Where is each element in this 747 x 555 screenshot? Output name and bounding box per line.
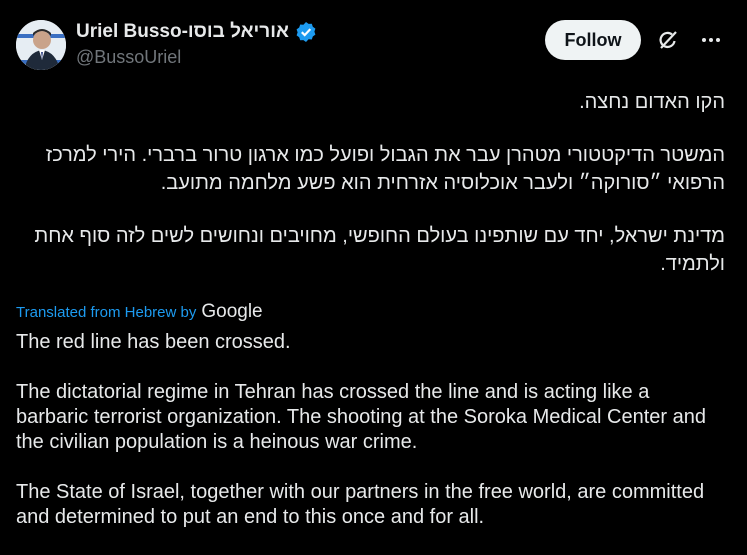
post-text-english: The red line has been crossed. The dicta… [16, 330, 717, 555]
post-text-hebrew: הקו האדום נחצה. המשטר הדיקטטורי מטהרן עב… [16, 88, 725, 303]
display-name[interactable]: Uriel Busso-אוריאל בוסו [76, 21, 289, 43]
follow-button[interactable]: Follow [545, 20, 641, 60]
english-paragraph: The dictatorial regime in Tehran has cro… [16, 381, 707, 453]
handle[interactable]: @BussoUriel [76, 47, 317, 68]
post-header: Uriel Busso-אוריאל בוסו @BussoUriel Foll… [16, 18, 731, 70]
avatar[interactable] [16, 20, 66, 70]
english-paragraph: The State of Israel, together with our p… [16, 481, 705, 528]
hebrew-paragraph: המשטר הדיקטטורי מטהרן עבר את הגבול ופועל… [45, 144, 725, 194]
hebrew-paragraph: מדינת ישראל, יחד עם שותפינו בעולם החופשי… [34, 225, 725, 275]
english-paragraph: The red line has been crossed. [16, 331, 291, 353]
more-options-icon[interactable] [699, 29, 723, 51]
hebrew-paragraph: הקו האדום נחצה. [579, 91, 725, 113]
translated-label: Translated from Hebrew by [16, 303, 197, 321]
verified-badge-icon [295, 21, 317, 43]
google-logo: Google [201, 301, 263, 322]
grok-icon[interactable] [657, 29, 679, 51]
avatar-image [16, 20, 66, 70]
translation-attribution[interactable]: Translated from Hebrew by Google [16, 301, 263, 323]
